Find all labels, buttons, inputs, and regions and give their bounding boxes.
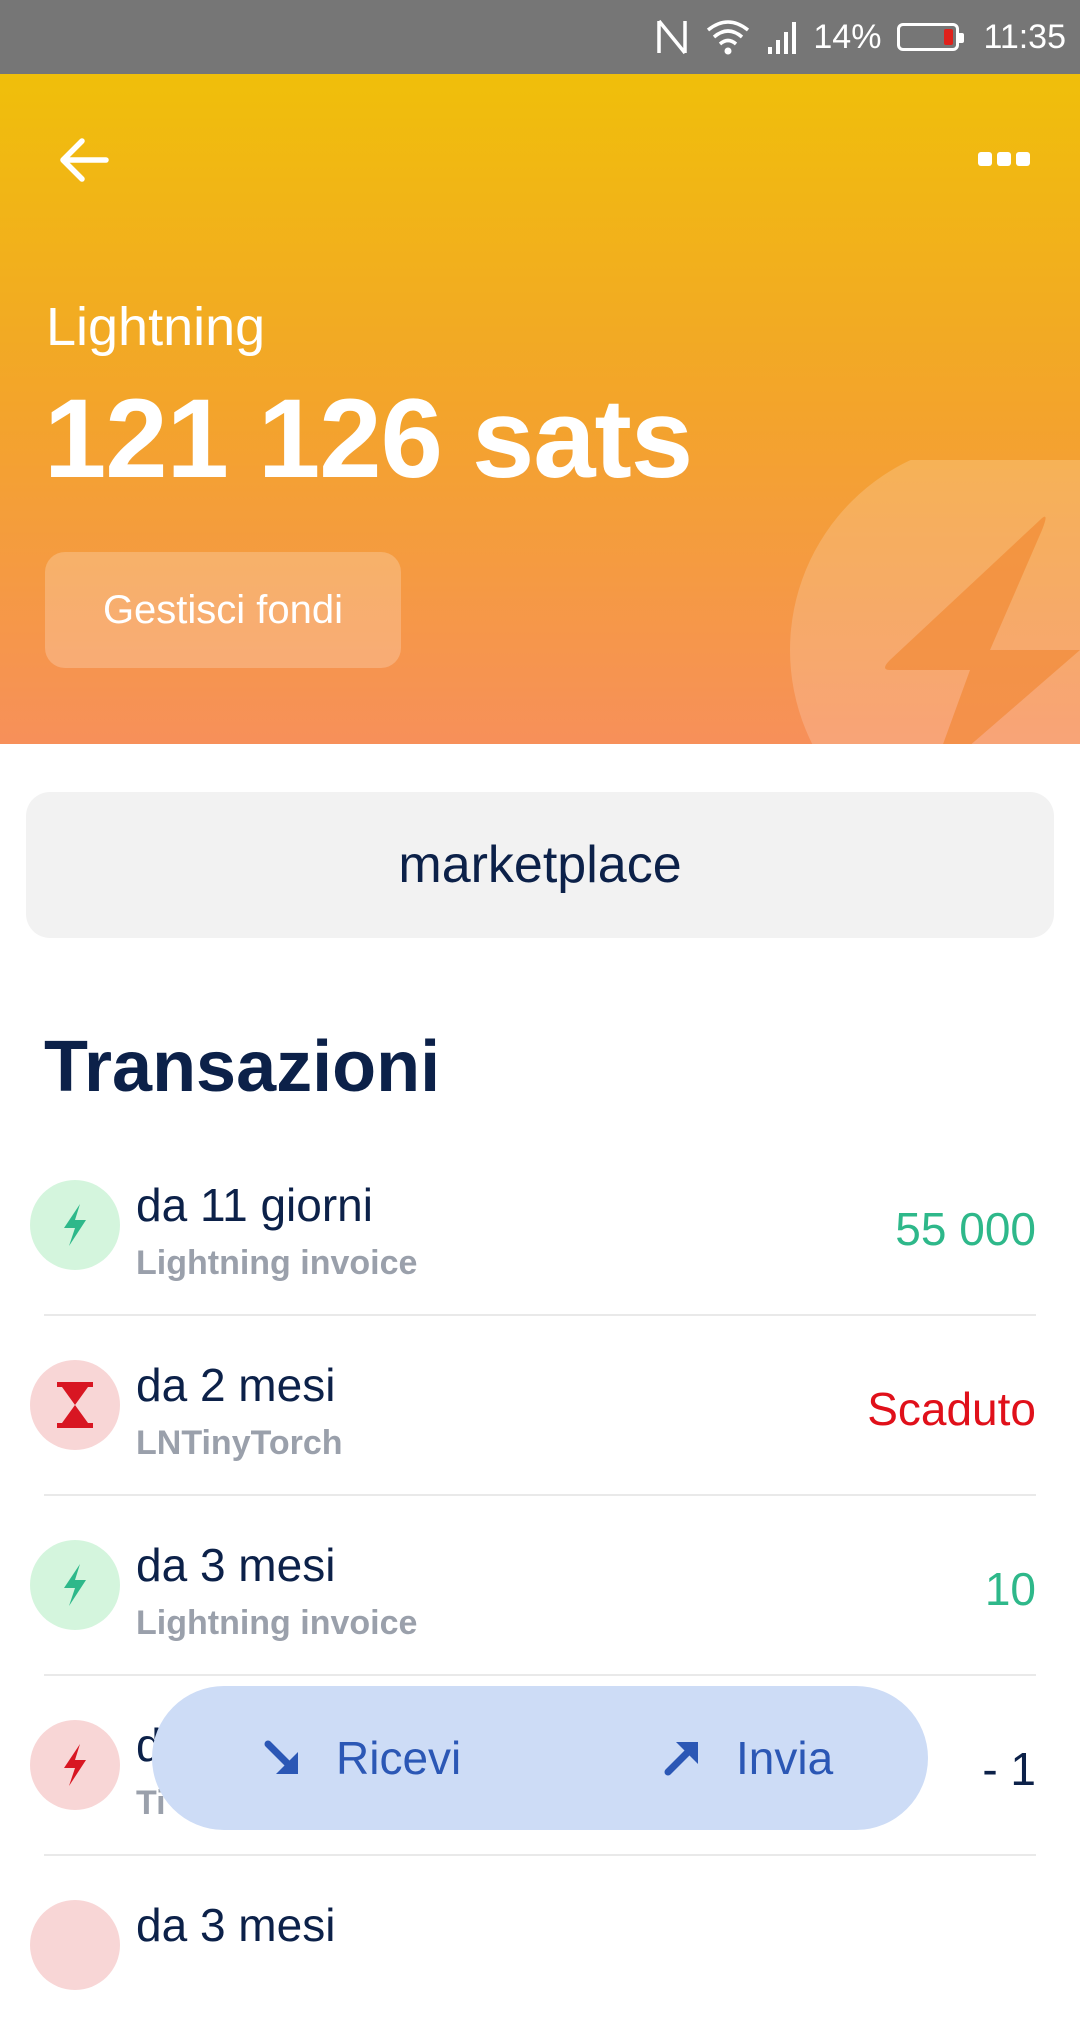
transaction-time: da 3 mesi [136, 1899, 336, 1951]
receive-send-bar: Ricevi Invia [152, 1686, 928, 1830]
arrow-left-icon [60, 138, 109, 182]
lightning-icon [30, 1540, 120, 1630]
transaction-description: Lightning invoice [136, 1244, 418, 1282]
nfc-icon [655, 17, 689, 57]
transaction-row[interactable]: da 3 mesi Lightning invoice 10 [0, 1496, 1080, 1676]
status-bar: 14% 11:35 [0, 0, 1080, 74]
send-button[interactable]: Invia [662, 1686, 833, 1830]
account-label: Lightning [46, 297, 266, 357]
signal-icon [767, 19, 797, 55]
transaction-row[interactable]: da 3 mesi [0, 1856, 1080, 2036]
transaction-description: LNTinyTorch [136, 1424, 343, 1462]
lightning-icon [30, 1900, 120, 1990]
transaction-time: da 3 mesi [136, 1539, 336, 1591]
lightning-watermark-icon [790, 460, 1080, 744]
battery-icon [897, 23, 965, 51]
receive-button[interactable]: Ricevi [262, 1686, 461, 1830]
receive-label: Ricevi [336, 1732, 462, 1784]
transaction-amount: 10 [984, 1563, 1036, 1615]
transaction-row[interactable]: da 2 mesi LNTinyTorch Scaduto [0, 1316, 1080, 1496]
transaction-description: Lightning invoice [136, 1604, 418, 1642]
arrow-up-right-icon [664, 1742, 698, 1776]
transaction-amount: 55 000 [895, 1203, 1036, 1255]
battery-percent: 14% [813, 17, 882, 56]
transaction-list: da 11 giorni Lightning invoice 55 000 da… [0, 1136, 1080, 2036]
send-label: Invia [736, 1732, 834, 1784]
more-options-button[interactable] [976, 144, 1032, 174]
transaction-status: Scaduto [867, 1383, 1036, 1435]
wallet-header: Lightning 121 126 sats Gestisci fondi [0, 74, 1080, 744]
transaction-time: da 11 giorni [136, 1179, 373, 1231]
manage-funds-button[interactable]: Gestisci fondi [45, 552, 401, 668]
wifi-icon [705, 18, 751, 56]
marketplace-button[interactable]: marketplace [26, 792, 1054, 938]
transaction-time: da 2 mesi [136, 1359, 336, 1411]
lightning-icon [30, 1180, 120, 1270]
arrow-down-right-icon [264, 1740, 298, 1774]
hourglass-icon [30, 1360, 120, 1450]
more-dots-icon [978, 152, 1030, 166]
clock: 11:35 [983, 17, 1066, 56]
transaction-row[interactable]: da 11 giorni Lightning invoice 55 000 [0, 1136, 1080, 1316]
lightning-icon [30, 1720, 120, 1810]
back-button[interactable] [54, 130, 114, 190]
transaction-amount: - 1 [982, 1743, 1036, 1795]
balance-amount: 121 126 sats [44, 376, 693, 501]
transactions-title: Transazioni [44, 1027, 441, 1107]
